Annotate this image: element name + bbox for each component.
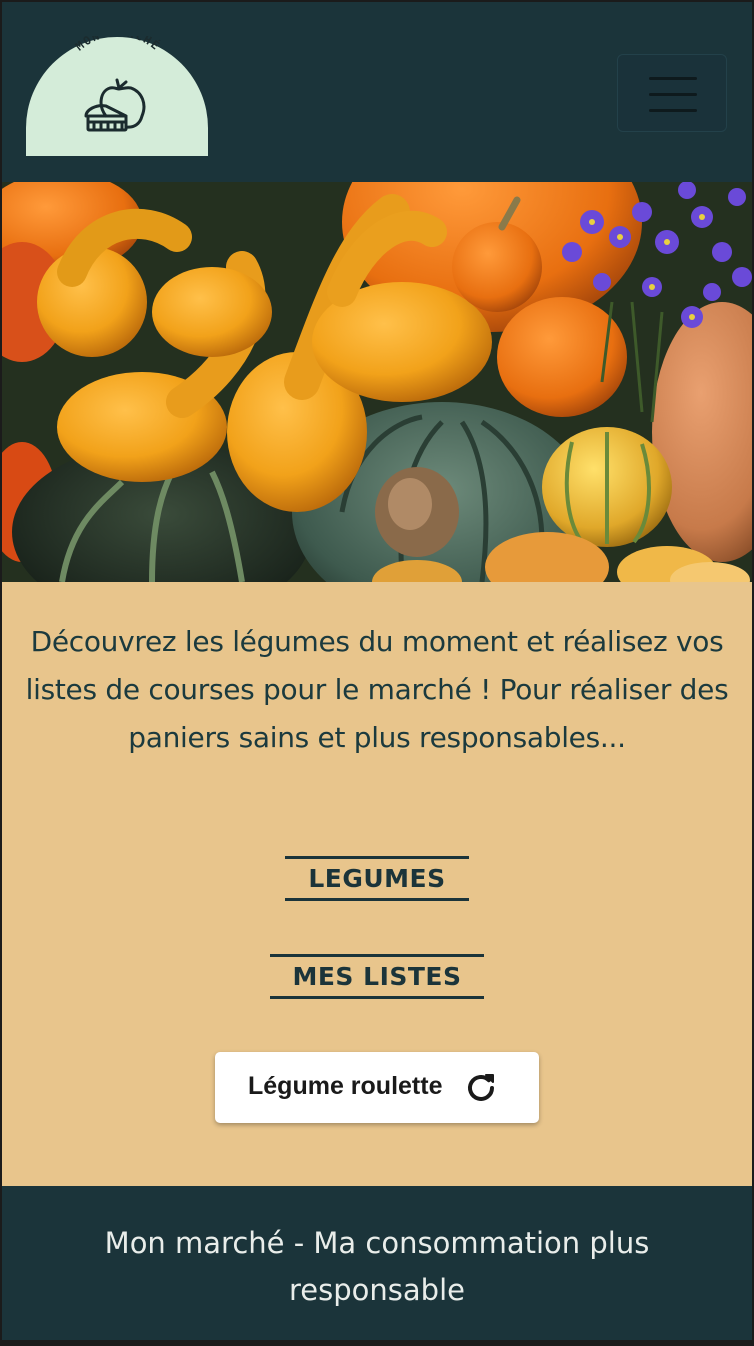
- page-frame: MON MARCHÉ: [2, 2, 752, 1340]
- pumpkins-and-gourds-photo: [2, 182, 752, 582]
- legume-roulette-label: Légume roulette: [248, 1072, 443, 1100]
- hero-image: [2, 182, 752, 582]
- nav-link-legumes[interactable]: LEGUMES: [285, 856, 469, 901]
- main-content: Découvrez les légumes du moment et réali…: [2, 582, 752, 1186]
- site-footer: Mon marché - Ma consommation plus respon…: [2, 1186, 752, 1340]
- site-logo[interactable]: MON MARCHÉ: [26, 36, 208, 156]
- intro-text: Découvrez les légumes du moment et réali…: [25, 625, 729, 754]
- refresh-icon: [468, 1074, 494, 1101]
- menu-toggle-button[interactable]: [617, 54, 727, 132]
- footer-text: Mon marché - Ma consommation plus respon…: [104, 1226, 650, 1307]
- site-header: MON MARCHÉ: [2, 2, 752, 182]
- legume-roulette-button[interactable]: Légume roulette: [215, 1052, 539, 1123]
- nav-link-mes-listes[interactable]: MES LISTES: [270, 954, 484, 999]
